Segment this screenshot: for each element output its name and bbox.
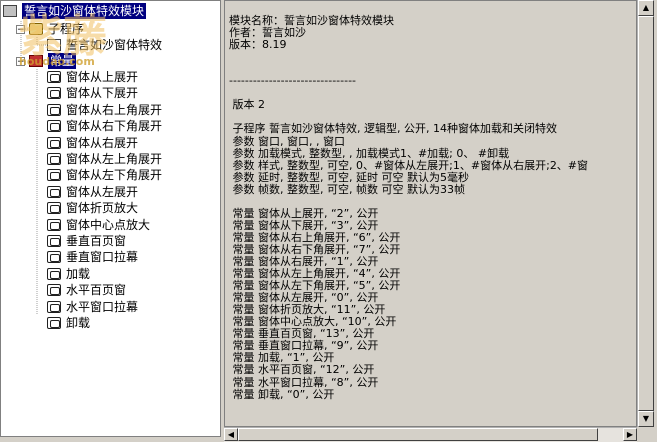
- constant-icon: [47, 202, 61, 215]
- module-icon: [3, 5, 17, 17]
- tree-constant-label: 窗体从左展开: [66, 184, 139, 199]
- tree-subprogram-label: 子程序: [48, 22, 85, 36]
- collapse-icon[interactable]: −: [16, 24, 25, 34]
- tree-constant-label: 窗体从左上角展开: [66, 152, 163, 166]
- tree-constant-item[interactable]: 窗体从左上角展开: [47, 151, 162, 167]
- tree-constant-item[interactable]: 窗体从左下角展开: [47, 167, 162, 183]
- vertical-scroll-thumb[interactable]: [638, 16, 654, 411]
- code-line: 参数 样式, 整数型, 可空, 0、#窗体从左展开;1、#窗体从右展开;2、#窗: [229, 158, 589, 172]
- scroll-up-button[interactable]: ▲: [638, 0, 654, 16]
- tree-constant-item[interactable]: 窗体从右上角展开: [47, 102, 162, 118]
- vertical-scrollbar[interactable]: ▲ ▼: [637, 0, 654, 427]
- tree-constant-item[interactable]: 窗体从右展开: [47, 135, 138, 151]
- code-line: 常量 卸载, “0”, 公开: [229, 387, 335, 401]
- tree-constant-label: 窗体从下展开: [66, 86, 139, 101]
- tree-subprogram-item[interactable]: 誓言如沙窗体特效: [47, 37, 162, 53]
- tree-constant-label: 水平百页窗: [66, 283, 127, 298]
- tree-constant-label: 水平窗口拉幕: [66, 299, 139, 314]
- tree-constant-item[interactable]: 窗体中心点放大: [47, 217, 150, 233]
- tree-constant-label: 窗体从右展开: [66, 135, 139, 150]
- constant-icon: [47, 267, 61, 280]
- scroll-right-button[interactable]: ▶: [623, 428, 637, 441]
- constants-icon: [29, 55, 43, 67]
- tree-constants-label: 常量: [48, 53, 77, 69]
- tree-constant-item[interactable]: 窗体从右下角展开: [47, 118, 162, 134]
- constant-icon: [47, 71, 61, 83]
- code-line: 常量 窗体从上展开, “2”, 公开: [229, 206, 379, 220]
- constant-icon: [47, 136, 61, 149]
- tree-constant-item[interactable]: 窗体从左展开: [47, 184, 138, 200]
- tree-constant-item[interactable]: 水平百页窗: [47, 282, 126, 298]
- tree-root[interactable]: 誓言如沙窗体特效模块: [3, 3, 147, 19]
- constant-icon: [47, 284, 61, 297]
- document-icon: [47, 39, 61, 51]
- constant-icon: [47, 87, 61, 100]
- constant-icon: [47, 251, 61, 264]
- code-line: 常量 水平百页窗, “12”, 公开: [229, 363, 375, 377]
- collapse-icon[interactable]: −: [16, 56, 25, 66]
- tree-root-label: 誓言如沙窗体特效模块: [22, 3, 147, 19]
- tree-constant-item[interactable]: 垂直窗口拉幕: [47, 249, 138, 265]
- tree-constant-label: 卸载: [66, 316, 91, 330]
- tree-constants[interactable]: − 常量: [16, 53, 77, 69]
- constant-icon: [47, 120, 61, 133]
- code-line: 版本：8.19: [229, 38, 287, 52]
- constant-icon: [47, 235, 61, 247]
- constant-icon: [47, 103, 61, 116]
- code-line: 子程序 誓言如沙窗体特效, 逻辑型, 公开, 14种窗体加载和关闭特效: [229, 122, 557, 136]
- tree-constant-label: 垂直百页窗: [66, 234, 127, 248]
- scroll-down-button[interactable]: ▼: [638, 411, 654, 427]
- constant-icon: [47, 300, 61, 313]
- horizontal-scroll-thumb[interactable]: [238, 428, 598, 441]
- code-line: 参数 帧数, 整数型, 可空, 帧数 可空 默认为33帧: [229, 182, 465, 196]
- tree-constant-label: 窗体从右上角展开: [66, 102, 163, 117]
- constant-icon: [47, 218, 61, 231]
- tree-constant-item[interactable]: 窗体从上展开: [47, 69, 138, 85]
- code-line: --------------------------------: [229, 74, 357, 88]
- tree-constant-item[interactable]: 卸载: [47, 315, 90, 331]
- code-line: 常量 水平窗口拉幕, “8”, 公开: [229, 375, 379, 389]
- constant-icon: [47, 185, 61, 198]
- constant-icon: [47, 317, 61, 329]
- horizontal-scrollbar[interactable]: ◀ ▶: [224, 427, 637, 442]
- module-tree[interactable]: 誓言如沙窗体特效模块 − 子程序 誓言如沙窗体特效 − 常量 窗体从上展开 窗体从…: [0, 0, 221, 437]
- tree-constant-label: 窗体从右下角展开: [66, 119, 163, 134]
- code-text-area[interactable]: 模块名称：誓言如沙窗体特效模块 作者：誓言如沙 版本：8.19 -----------…: [224, 0, 637, 427]
- tree-constant-label: 窗体从上展开: [66, 70, 139, 84]
- scroll-left-button[interactable]: ◀: [224, 428, 238, 441]
- constant-icon: [47, 153, 61, 165]
- tree-constant-item[interactable]: 垂直百页窗: [47, 233, 126, 249]
- folder-icon: [29, 23, 43, 35]
- constant-icon: [47, 169, 61, 182]
- tree-constant-item[interactable]: 窗体折页放大: [47, 200, 138, 216]
- tree-constant-item[interactable]: 水平窗口拉幕: [47, 299, 138, 315]
- tree-subprogram-item-label: 誓言如沙窗体特效: [66, 38, 163, 52]
- tree-constant-item[interactable]: 加载: [47, 266, 90, 282]
- tree-constant-label: 窗体从左下角展开: [66, 168, 163, 183]
- tree-constant-label: 垂直窗口拉幕: [66, 250, 139, 265]
- tree-subprogram[interactable]: − 子程序: [16, 21, 84, 37]
- code-line: 参数 延时, 整数型, 可空, 延时 可空 默认为5毫秒: [229, 170, 469, 184]
- code-line: 参数 加载模式, 整数型, , 加载模式1、#加载; 0、 #卸载: [229, 146, 510, 160]
- tree-constant-label: 加载: [66, 266, 91, 281]
- tree-constant-label: 窗体折页放大: [66, 201, 139, 216]
- code-line: 参数 窗口, 窗口, , 窗口: [229, 134, 345, 148]
- tree-constant-item[interactable]: 窗体从下展开: [47, 85, 138, 101]
- code-line: 版本 2: [229, 98, 265, 112]
- tree-constant-label: 窗体中心点放大: [66, 217, 151, 232]
